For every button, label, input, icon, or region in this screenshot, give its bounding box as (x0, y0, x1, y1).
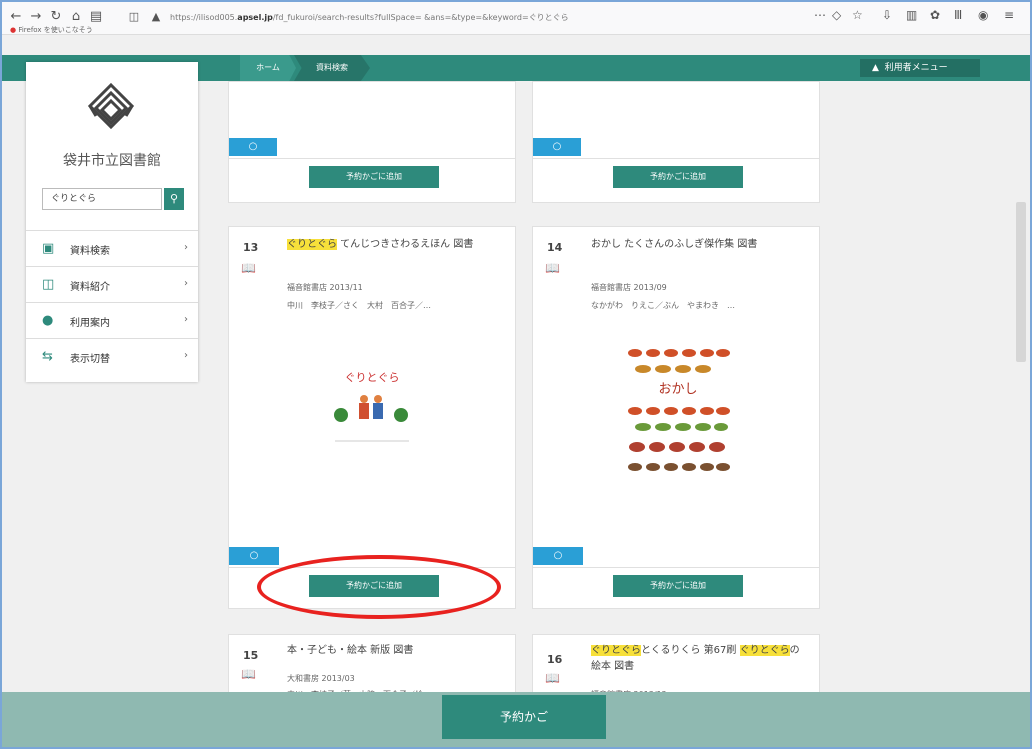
authors: なかがわ りえこ／ぶん やまわき … (591, 301, 735, 310)
search-value: ぐりとぐら (51, 194, 97, 204)
download-icon[interactable]: ⇩ (882, 8, 892, 22)
user-menu-button[interactable]: ▲ 利用者メニュー (860, 59, 980, 77)
url-domain: apsel.jp (237, 13, 273, 22)
book-cover-image[interactable]: ぐりとぐら (325, 367, 419, 447)
menu-icon[interactable]: ≡ (1004, 8, 1014, 22)
sidebar-item-label: 資料検索 (70, 246, 110, 257)
book-icon: 📖 (241, 667, 256, 681)
browser-window: ← → ↻ ⌂ ▤ ◫ ▲ https://ilisod005.apsel.jp… (0, 0, 1032, 749)
shield-icon: ◫ (128, 10, 140, 23)
book-icon: 📖 (241, 261, 256, 275)
divider (533, 567, 819, 568)
result-number: 16 (547, 653, 563, 666)
title-text: とくるりくら 第67刷 (641, 645, 737, 656)
result-card: 14 📖 おかし たくさんのふしぎ傑作集 図書 福音館書店 2013/09 なか… (532, 226, 820, 609)
divider (533, 158, 819, 159)
search-doc-icon: ▣ (42, 241, 55, 256)
title-text: おかし たくさんのふしぎ傑作集 図書 (591, 239, 758, 250)
sidebar-item-label: 表示切替 (70, 354, 110, 365)
title-text: てんじつきさわるえほん 図書 (337, 239, 474, 250)
home-icon[interactable]: ⌂ (68, 9, 84, 25)
search-icon: ⚲ (169, 192, 179, 205)
breadcrumb-search[interactable]: 資料検索 (294, 55, 370, 81)
pocket-icon[interactable]: ◇ (832, 8, 841, 22)
book-icon: 📖 (545, 671, 560, 685)
sidebar-item-guide[interactable]: ● 利用案内 › (26, 302, 198, 338)
add-to-cart-button[interactable]: 予約かごに追加 (613, 575, 743, 597)
url-bar[interactable]: https://ilisod005.apsel.jp/fd_fukuroi/se… (170, 9, 810, 27)
result-card-prev-left: ○ 予約かごに追加 (228, 81, 516, 203)
title-highlight: ぐりとぐら (739, 645, 790, 656)
status-strip: ○ (229, 547, 279, 565)
chevron-right-icon: › (184, 278, 188, 289)
chevron-right-icon: › (184, 242, 188, 253)
result-title-link[interactable]: おかし たくさんのふしぎ傑作集 図書 (591, 237, 806, 253)
lock-icon: ▲ (151, 10, 161, 23)
sidebar-item-display[interactable]: ⇆ 表示切替 › (26, 338, 198, 374)
authors: 中川 李枝子／さく 大村 百合子／… (287, 301, 431, 310)
publisher: 大和書房 2013/03 (287, 674, 355, 683)
print-icon[interactable]: ▤ (88, 9, 104, 25)
url-suffix: /fd_fukuroi/search-results?fullSpace= &a… (272, 13, 569, 22)
result-number: 13 (243, 241, 259, 254)
result-card-prev-right: ○ 予約かごに追加 (532, 81, 820, 203)
library-icon[interactable]: ▥ (906, 8, 917, 22)
publisher: 福音館書店 2013/09 (591, 283, 667, 292)
reader-icon[interactable]: Ⅲ (954, 8, 962, 22)
reload-icon[interactable]: ↻ (48, 9, 64, 25)
cover-title: おかし (658, 382, 697, 397)
more-icon[interactable]: ⋯ (814, 8, 826, 22)
book-intro-icon: ◫ (42, 277, 55, 292)
bookmark-item[interactable]: ● Firefox を使いこなそう (10, 25, 93, 35)
firefox-icon: ● (10, 26, 17, 34)
result-number: 15 (243, 649, 259, 662)
title-highlight: ぐりとぐら (591, 645, 641, 656)
book-icon: 📖 (545, 261, 560, 275)
status-strip: ○ (533, 138, 581, 156)
user-icon: ● (42, 313, 54, 328)
forward-icon[interactable]: → (28, 9, 44, 25)
footer-bar: 予約かご (2, 692, 1030, 747)
result-title-link[interactable]: 本・子ども・絵本 新版 図書 (287, 643, 502, 659)
chevron-right-icon: › (184, 314, 188, 325)
divider (229, 158, 515, 159)
annotation-circle (257, 555, 501, 619)
status-strip: ○ (533, 547, 583, 565)
back-icon[interactable]: ← (8, 9, 24, 25)
star-icon[interactable]: ☆ (852, 8, 863, 22)
cover-title: ぐりとぐら (345, 371, 400, 384)
chevron-right-icon: › (184, 350, 188, 361)
library-name: 袋井市立図書館 (63, 153, 161, 169)
title-highlight: ぐりとぐら (287, 239, 337, 250)
sidebar-item-label: 利用案内 (70, 318, 110, 329)
sidebar: 袋井市立図書館 ぐりとぐら ⚲ ▣ 資料検索 › ◫ 資料紹介 › ● 利用案内 › ⇆ 表示… (26, 62, 198, 382)
sidebar-item-intro[interactable]: ◫ 資料紹介 › (26, 266, 198, 302)
add-to-cart-button[interactable]: 予約かごに追加 (613, 166, 743, 188)
result-title-link[interactable]: ぐりとぐら てんじつきさわるえほん 図書 (287, 237, 502, 253)
account-icon[interactable]: ◉ (978, 8, 988, 22)
url-prefix: https://ilisod005. (170, 13, 238, 22)
sidebar-item-search[interactable]: ▣ 資料検索 › (26, 230, 198, 266)
user-menu-label: 利用者メニュー (884, 63, 948, 73)
result-number: 14 (547, 241, 563, 254)
search-button[interactable]: ⚲ (164, 188, 184, 210)
add-to-cart-button[interactable]: 予約かごに追加 (309, 166, 439, 188)
result-title-link[interactable]: ぐりとぐらとくるりくら 第67刷 ぐりとぐらの絵本 図書 (591, 643, 806, 675)
publisher: 福音館書店 2013/11 (287, 283, 363, 292)
bookmark-label: Firefox を使いこなそう (18, 26, 93, 34)
browser-toolbar: ← → ↻ ⌂ ▤ ◫ ▲ https://ilisod005.apsel.jp… (2, 2, 1030, 35)
title-text: 本・子ども・絵本 新版 図書 (287, 645, 414, 656)
status-strip: ○ (229, 138, 277, 156)
search-input[interactable]: ぐりとぐら (42, 188, 162, 210)
reservation-cart-button[interactable]: 予約かご (442, 695, 606, 739)
swap-icon: ⇆ (42, 349, 53, 364)
scrollbar-thumb[interactable] (1016, 202, 1026, 362)
result-card: 13 📖 ぐりとぐら てんじつきさわるえほん 図書 福音館書店 2013/11 … (228, 226, 516, 609)
book-cover-image[interactable]: おかし (623, 345, 733, 485)
library-logo-icon (87, 82, 135, 130)
user-icon: ▲ (872, 63, 879, 73)
breadcrumb-home[interactable]: ホーム (240, 55, 296, 81)
sidebar-item-label: 資料紹介 (70, 282, 110, 293)
extension-icon[interactable]: ✿ (930, 8, 940, 22)
